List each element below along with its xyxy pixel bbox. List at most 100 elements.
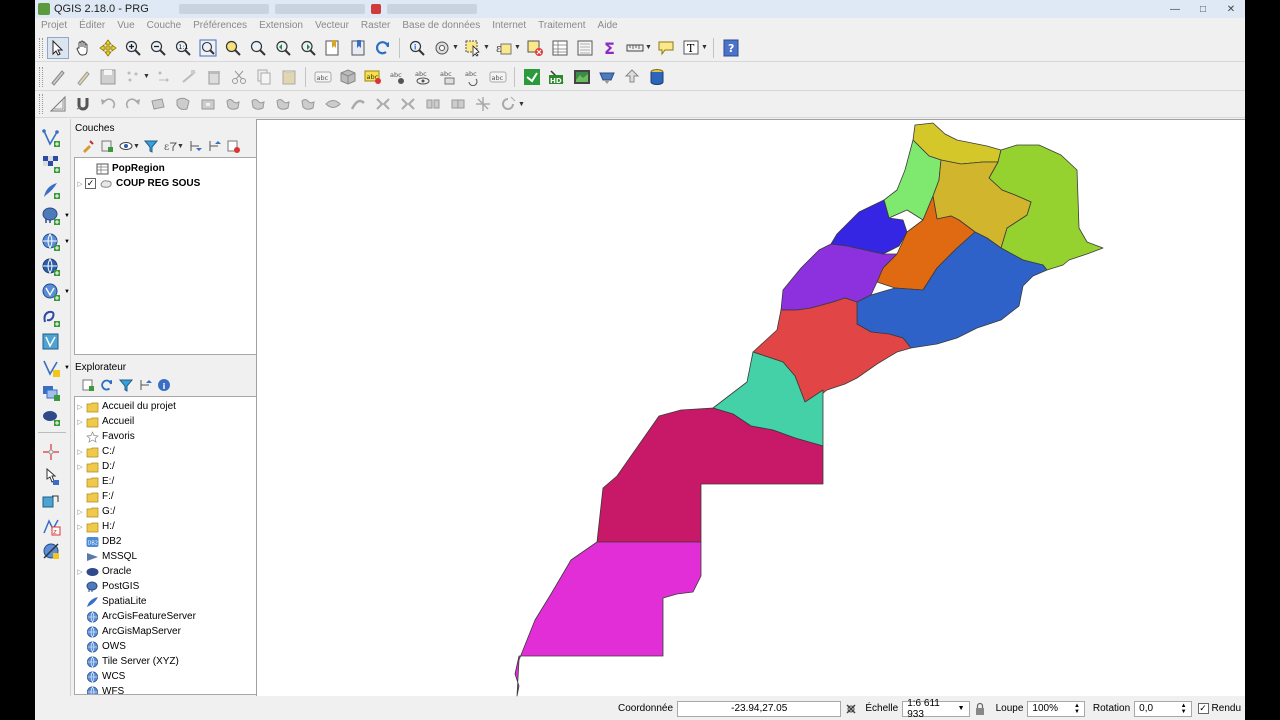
collapse-all-icon[interactable]	[205, 138, 222, 155]
toolbar-grip[interactable]	[39, 37, 43, 58]
snapping-icon[interactable]	[47, 93, 69, 115]
change-label-icon[interactable]: abc	[487, 66, 509, 88]
current-edits-icon[interactable]	[47, 66, 69, 88]
diagram-3d-box-icon[interactable]	[337, 66, 359, 88]
zoom-in-icon[interactable]	[122, 37, 144, 59]
menu-item[interactable]: Traitement	[538, 20, 585, 31]
menu-item[interactable]: Internet	[492, 20, 526, 31]
chevron-down-icon[interactable]: ▼	[64, 289, 70, 295]
map-tips-icon[interactable]	[655, 37, 677, 59]
text-annotation-icon[interactable]: T	[680, 37, 702, 59]
select-by-expression-icon[interactable]: ε	[493, 37, 515, 59]
filter-by-expression-icon[interactable]: ε	[161, 138, 178, 155]
minimize-button[interactable]: —	[1161, 0, 1189, 18]
expand-arrow-icon[interactable]: ▷	[75, 568, 85, 576]
add-virtual-layer-icon[interactable]	[39, 331, 63, 353]
rotate-point-symbols-icon[interactable]	[472, 93, 494, 115]
refresh-icon[interactable]	[372, 37, 394, 59]
magnifier-spinbox[interactable]: 100% ▲ ▼	[1027, 700, 1085, 717]
toolbar-grip[interactable]	[39, 94, 43, 114]
plugin-network-icon[interactable]	[39, 540, 63, 562]
menu-item[interactable]: Vue	[117, 20, 134, 31]
zoom-to-layer-icon[interactable]	[247, 37, 269, 59]
fill-ring-icon[interactable]	[247, 93, 269, 115]
add-wms-layer-icon[interactable]	[39, 231, 63, 253]
paste-features-icon[interactable]	[278, 66, 300, 88]
label-abc-icon[interactable]: abc	[312, 66, 334, 88]
expand-arrow-icon[interactable]: ▷	[75, 403, 85, 411]
menu-item[interactable]: Base de données	[402, 20, 480, 31]
identify-icon[interactable]: i	[406, 37, 428, 59]
raster-terrain-icon[interactable]	[571, 66, 593, 88]
map-canvas[interactable]	[256, 119, 1245, 697]
refresh-icon[interactable]	[98, 377, 115, 394]
chevron-down-icon[interactable]: ▼	[701, 44, 708, 51]
add-postgis-layer-icon[interactable]	[39, 205, 63, 227]
field-calculator-icon[interactable]	[574, 37, 596, 59]
expand-all-icon[interactable]	[186, 138, 203, 155]
add-oracle-layer-icon[interactable]	[39, 406, 63, 428]
split-parts-icon[interactable]	[397, 93, 419, 115]
menu-item[interactable]: Couche	[147, 20, 181, 31]
node-tool-icon[interactable]	[178, 66, 200, 88]
zoom-next-icon[interactable]	[297, 37, 319, 59]
zoom-to-selection-icon[interactable]	[222, 37, 244, 59]
add-ring-icon[interactable]	[197, 93, 219, 115]
highlight-pinned-labels-icon[interactable]: abc	[387, 66, 409, 88]
menu-item[interactable]: Projet	[41, 20, 67, 31]
postgis-elephant-icon[interactable]	[596, 66, 618, 88]
db-import-icon[interactable]	[521, 66, 543, 88]
split-features-icon[interactable]	[372, 93, 394, 115]
redo-icon[interactable]	[122, 93, 144, 115]
add-raster-layer-icon[interactable]	[39, 153, 63, 175]
menu-item[interactable]: Préférences	[193, 20, 247, 31]
new-bookmark-icon[interactable]	[322, 37, 344, 59]
expand-arrow-icon[interactable]: ▷	[75, 448, 85, 456]
undo-icon[interactable]	[97, 93, 119, 115]
maximize-button[interactable]: □	[1189, 0, 1217, 18]
scale-combobox[interactable]: 1:6 611 933 ▼	[902, 698, 970, 720]
render-checkbox[interactable]: ✓	[1197, 703, 1209, 714]
show-hide-labels-icon[interactable]: abc	[412, 66, 434, 88]
toolbar-grip[interactable]	[39, 66, 43, 87]
toggle-editing-icon[interactable]	[72, 66, 94, 88]
expand-arrow-icon[interactable]: ▷	[75, 418, 85, 426]
measure-line-icon[interactable]	[624, 37, 646, 59]
expand-arrow-icon[interactable]: ▷	[75, 180, 85, 188]
chevron-down-icon[interactable]: ▼	[177, 143, 184, 150]
add-selected-layers-icon[interactable]	[79, 377, 96, 394]
deselect-icon[interactable]	[524, 37, 546, 59]
chevron-down-icon[interactable]: ▼	[452, 44, 459, 51]
filter-legend-icon[interactable]	[142, 138, 159, 155]
hd-export-icon[interactable]: HD	[546, 66, 568, 88]
gps-pointer-icon[interactable]	[39, 466, 63, 488]
merge-features-icon[interactable]	[422, 93, 444, 115]
cut-features-icon[interactable]	[228, 66, 250, 88]
spin-arrows-icon[interactable]: ▲ ▼	[1181, 703, 1187, 715]
rotation-spinbox[interactable]: 0,0 ▲ ▼	[1134, 700, 1192, 717]
select-features-icon[interactable]	[462, 37, 484, 59]
add-vector-layer-icon[interactable]	[39, 127, 63, 149]
reshape-features-icon[interactable]	[322, 93, 344, 115]
remove-layer-icon[interactable]	[224, 138, 241, 155]
close-button[interactable]: ✕	[1217, 0, 1245, 18]
menu-item[interactable]: Éditer	[79, 20, 105, 31]
lock-scale-icon[interactable]	[973, 702, 987, 716]
expand-arrow-icon[interactable]: ▷	[75, 523, 85, 531]
georeferencer-icon[interactable]	[39, 491, 63, 513]
chevron-down-icon[interactable]: ▼	[483, 44, 490, 51]
filter-browser-icon[interactable]	[117, 377, 134, 394]
add-delimited-text-icon[interactable]	[39, 307, 63, 329]
move-label-icon[interactable]: abc	[437, 66, 459, 88]
chevron-down-icon[interactable]: ▼	[514, 44, 521, 51]
toggle-extents-mouse-icon[interactable]	[844, 702, 858, 716]
add-group-icon[interactable]	[98, 138, 115, 155]
magnet-icon[interactable]	[72, 93, 94, 115]
add-wfs-layer-icon[interactable]	[39, 281, 63, 303]
delete-part-icon[interactable]	[297, 93, 319, 115]
zoom-out-icon[interactable]	[147, 37, 169, 59]
collapse-all-icon[interactable]	[136, 377, 153, 394]
new-shapefile-icon[interactable]	[39, 357, 63, 379]
help-icon[interactable]: ?	[720, 37, 742, 59]
zoom-last-icon[interactable]	[272, 37, 294, 59]
